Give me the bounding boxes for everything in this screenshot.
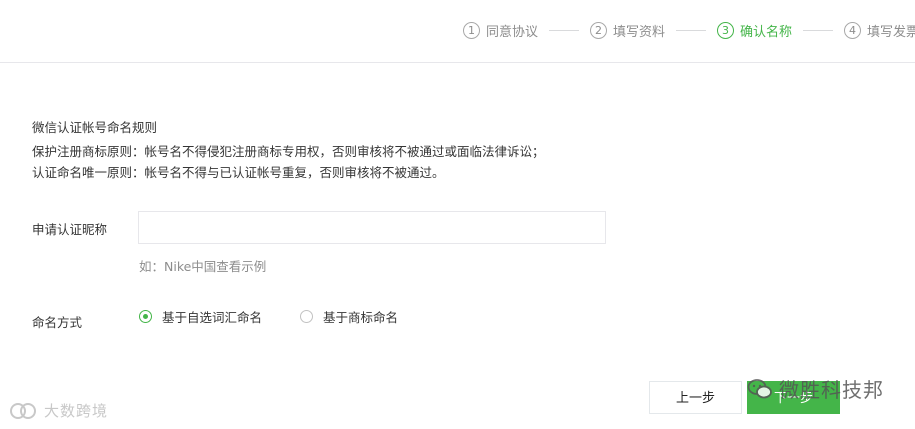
- step-4: 4 填写发票: [844, 21, 915, 40]
- naming-rules: 微信认证帐号命名规则 保护注册商标原则：帐号名不得侵犯注册商标专用权，否则审核将…: [32, 117, 545, 183]
- radio-unchecked-icon[interactable]: [300, 310, 313, 323]
- step-2-label: 填写资料: [613, 25, 666, 40]
- step-1: 1 同意协议: [463, 21, 538, 40]
- step-separator: [549, 30, 580, 31]
- radio-trademark-label: 基于商标命名: [323, 310, 399, 325]
- wechat-logo-icon: [747, 378, 772, 398]
- watermark-right: 微胜科技邦: [747, 374, 884, 403]
- rules-title: 微信认证帐号命名规则: [32, 120, 158, 135]
- nickname-hint: 如：Nike中国查看示例: [139, 259, 267, 274]
- nickname-label: 申请认证昵称: [32, 222, 108, 237]
- top-bar: 1 同意协议 2 填写资料 3 确认名称 4 填写发票: [0, 0, 915, 63]
- radio-trademark[interactable]: 基于商标命名: [300, 307, 398, 326]
- step-separator: [803, 30, 834, 31]
- step-indicator: 1 同意协议 2 填写资料 3 确认名称 4 填写发票: [463, 20, 915, 42]
- nickname-input[interactable]: [138, 211, 606, 244]
- watermark-right-text: 微胜科技邦: [779, 378, 884, 402]
- step-2-number: 2: [590, 22, 608, 39]
- watermark-left: 大数跨境: [8, 400, 108, 421]
- naming-method-label: 命名方式: [32, 315, 83, 330]
- step-4-label: 填写发票: [867, 25, 915, 40]
- step-4-number: 4: [844, 22, 862, 39]
- prev-step-button[interactable]: 上一步: [649, 381, 742, 414]
- step-3-number: 3: [717, 22, 735, 39]
- rules-line-trademark: 保护注册商标原则：帐号名不得侵犯注册商标专用权，否则审核将不被通过或面临法律诉讼…: [32, 144, 545, 159]
- radio-custom-vocabulary[interactable]: 基于自选词汇命名: [139, 307, 262, 326]
- step-1-label: 同意协议: [486, 25, 539, 40]
- step-3: 3 确认名称: [717, 21, 792, 40]
- step-2: 2 填写资料: [590, 21, 665, 40]
- step-1-number: 1: [463, 22, 480, 39]
- radio-checked-icon[interactable]: [139, 310, 152, 323]
- watermark-left-text: 大数跨境: [44, 402, 109, 420]
- rules-line-unique: 认证命名唯一原则：帐号名不得与已认证帐号重复，否则审核将不被通过。: [32, 165, 445, 180]
- radio-custom-vocabulary-label: 基于自选词汇命名: [162, 310, 263, 325]
- watermark-logo-icon: [10, 402, 36, 419]
- step-3-label: 确认名称: [740, 25, 793, 40]
- step-separator: [676, 30, 707, 31]
